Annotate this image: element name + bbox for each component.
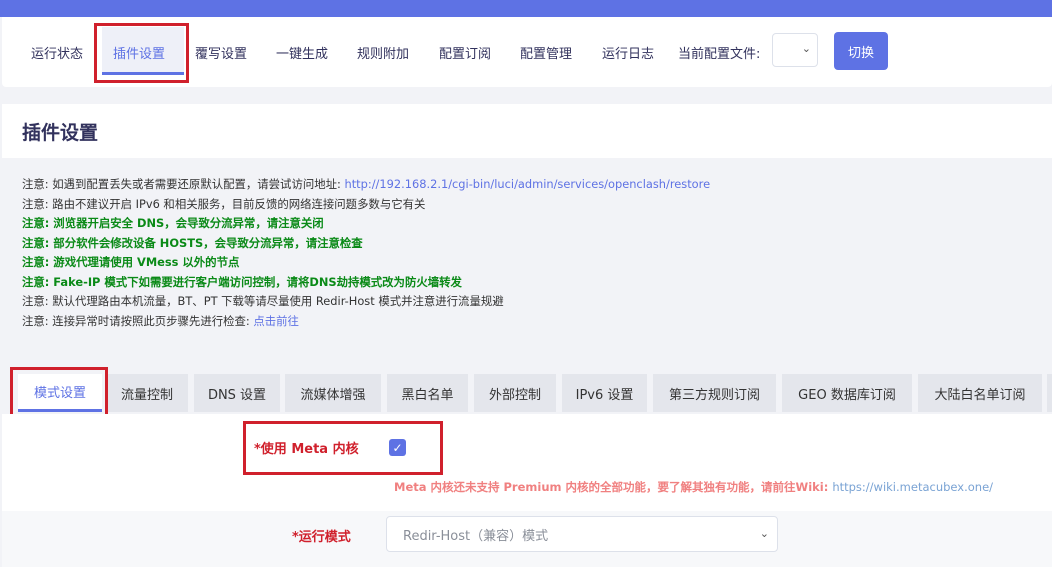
- tab-china-whitelist[interactable]: 大陆白名单订阅: [918, 374, 1042, 412]
- nav-item-subscription[interactable]: 配置订阅: [439, 43, 491, 62]
- note-troubleshoot: 注意: 连接异常时请按照此页步骤先进行检查: 点击前往: [22, 313, 299, 328]
- nav-item-status[interactable]: 运行状态: [31, 43, 83, 62]
- chevron-down-icon: ⌄: [801, 42, 811, 55]
- page-title: 插件设置: [22, 122, 99, 144]
- nav-item-config-manage[interactable]: 配置管理: [520, 43, 572, 62]
- restore-link[interactable]: http://192.168.2.1/cgi-bin/luci/admin/se…: [344, 177, 710, 191]
- tab-dns-settings[interactable]: DNS 设置: [194, 374, 280, 412]
- note-ipv6: 注意: 路由不建议开启 IPv6 和相关服务，目前反馈的网络连接问题多数与它有关: [22, 196, 426, 211]
- nav-bar: 运行状态 插件设置 覆写设置 一键生成 规则附加 配置订阅 配置管理 运行日志 …: [2, 17, 1052, 87]
- meta-hint: Meta 内核还未支持 Premium 内核的全部功能，要了解其独有功能，请前往…: [394, 480, 994, 494]
- nav-item-one-click[interactable]: 一键生成: [276, 43, 328, 62]
- note-fake-ip: 注意: Fake-IP 模式下如需要进行客户端访问控制，请将DNS劫持模式改为防…: [22, 274, 462, 289]
- note-game-proxy: 注意: 游戏代理请使用 VMess 以外的节点: [22, 255, 240, 269]
- run-mode-label: *运行模式: [292, 530, 351, 545]
- config-file-select[interactable]: ⌄: [772, 33, 818, 67]
- run-mode-value: Redir-Host（兼容）模式: [403, 528, 549, 544]
- check-icon: ✓: [392, 440, 403, 455]
- meta-core-checkbox[interactable]: ✓: [389, 439, 406, 456]
- run-mode-select[interactable]: Redir-Host（兼容）模式 ⌄: [386, 516, 778, 552]
- meta-core-label: *使用 Meta 内核: [254, 442, 359, 457]
- chevron-down-icon: ⌄: [759, 527, 769, 540]
- nav-item-rule-append[interactable]: 规则附加: [357, 43, 409, 62]
- settings-tabs: 模式设置 流量控制 DNS 设置 流媒体增强 黑白名单 外部控制 IPv6 设置…: [0, 374, 1052, 412]
- tab-streaming[interactable]: 流媒体增强: [285, 374, 381, 412]
- notes-list: 注意: 如遇到配置丢失或者需要还原默认配置，请尝试访问地址: http://19…: [22, 175, 710, 331]
- tab-geo-database[interactable]: GEO 数据库订阅: [782, 374, 912, 412]
- config-file-label: 当前配置文件:: [678, 47, 761, 62]
- tab-blacklist-whitelist[interactable]: 黑白名单: [387, 374, 468, 412]
- nav-item-logs[interactable]: 运行日志: [602, 43, 654, 62]
- wiki-link[interactable]: https://wiki.metacubex.one/: [832, 480, 993, 494]
- tab-external-control[interactable]: 外部控制: [474, 374, 556, 412]
- tab-ipv6[interactable]: IPv6 设置: [562, 374, 647, 412]
- tab-mode-settings[interactable]: 模式设置: [18, 374, 102, 412]
- note-restore: 注意: 如遇到配置丢失或者需要还原默认配置，请尝试访问地址: http://19…: [22, 177, 711, 191]
- nav-item-plugin-settings[interactable]: 插件设置: [113, 43, 165, 62]
- tab-overflow[interactable]: [1047, 374, 1052, 412]
- note-secure-dns: 注意: 浏览器开启安全 DNS，会导致分流异常，请注意关闭: [22, 216, 324, 230]
- troubleshoot-link[interactable]: 点击前往: [253, 314, 299, 328]
- tab-third-party-rules[interactable]: 第三方规则订阅: [653, 374, 776, 412]
- title-card: 插件设置: [2, 104, 1052, 158]
- top-accent-bar: [0, 0, 1052, 17]
- note-redir-host: 注意: 默认代理路由本机流量，BT、PT 下载等请尽量使用 Redir-Host…: [22, 294, 504, 308]
- note-hosts: 注意: 部分软件会修改设备 HOSTS，会导致分流异常，请注意检查: [22, 235, 363, 250]
- switch-button[interactable]: 切换: [834, 32, 888, 70]
- nav-item-override[interactable]: 覆写设置: [195, 43, 247, 62]
- tab-traffic-control[interactable]: 流量控制: [106, 374, 188, 412]
